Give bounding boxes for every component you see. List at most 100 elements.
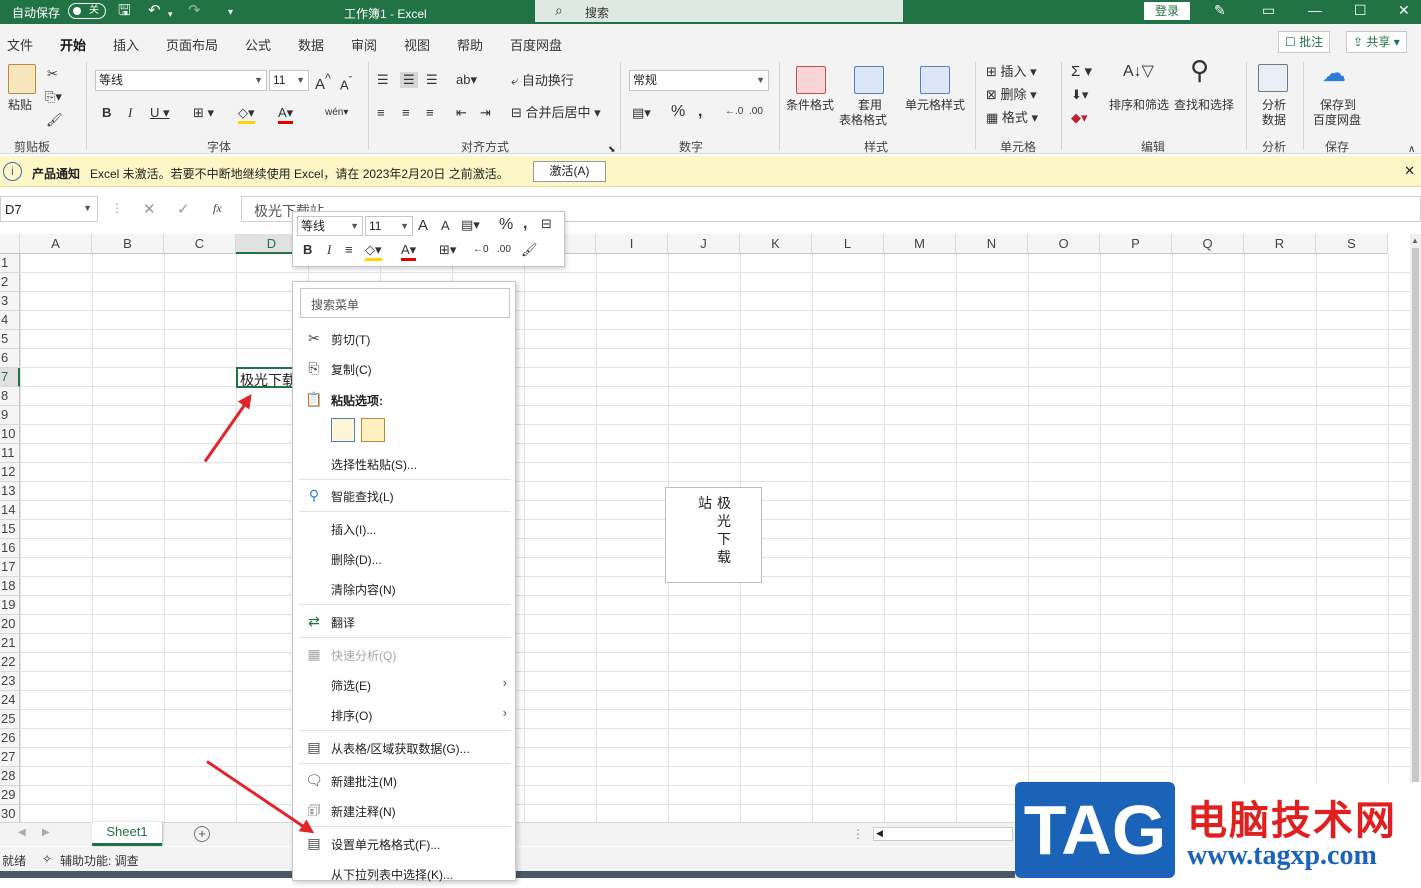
tab-file[interactable]: 文件 — [7, 35, 33, 54]
row-header[interactable]: 28 — [0, 767, 20, 786]
fill-icon[interactable]: ⬇▾ — [1071, 87, 1088, 103]
tab-formulas[interactable]: 公式 — [245, 35, 271, 54]
minimize-icon[interactable]: — — [1308, 2, 1322, 18]
conditional-format-label[interactable]: 条件格式 — [786, 98, 834, 112]
column-header[interactable]: N — [956, 234, 1028, 254]
find-select-icon[interactable]: ⚲ — [1190, 57, 1209, 83]
scroll-up-icon[interactable]: ▲ — [1411, 236, 1419, 245]
tab-review[interactable]: 审阅 — [351, 35, 377, 54]
decrease-indent-icon[interactable]: ⇤ — [456, 105, 467, 121]
percent-icon[interactable]: % — [499, 216, 513, 234]
sort-filter-label[interactable]: 排序和筛选 — [1109, 98, 1169, 112]
paste-keep-format-icon[interactable] — [331, 418, 355, 442]
shrink-font-icon[interactable]: A — [441, 218, 450, 233]
row-header[interactable]: 27 — [0, 748, 20, 767]
analyze-data-label-2[interactable]: 数据 — [1262, 113, 1286, 127]
autosum-icon[interactable]: Σ ▾ — [1071, 64, 1092, 80]
tab-insert[interactable]: 插入 — [113, 35, 139, 54]
row-header[interactable]: 24 — [0, 691, 20, 710]
menu-item-new-comment[interactable]: 🗨 新建批注(M) — [293, 765, 515, 795]
save-baidu-label-2[interactable]: 百度网盘 — [1313, 113, 1361, 127]
delete-cells-button[interactable]: ⊠ 删除 ▾ — [986, 87, 1037, 103]
menu-item-copy[interactable]: ⎘ 复制(C) — [293, 353, 515, 383]
horizontal-scrollbar[interactable]: ◀ — [873, 827, 1013, 841]
number-format-select[interactable]: 常规 ▼ — [629, 70, 769, 91]
active-cell-d7[interactable]: 极光下载 — [236, 367, 296, 388]
row-header[interactable]: 21 — [0, 634, 20, 653]
row-header[interactable]: 26 — [0, 729, 20, 748]
tab-home[interactable]: 开始 — [60, 35, 87, 62]
decrease-decimal-icon[interactable]: .00 — [497, 244, 511, 255]
cut-icon[interactable]: ✂ — [47, 66, 58, 82]
undo-icon[interactable]: ↶ — [148, 2, 161, 20]
borders-icon[interactable]: ⊞ ▾ — [193, 105, 214, 121]
comments-button[interactable]: ☐ 批注 — [1278, 31, 1331, 53]
save-icon[interactable]: 🖫 — [118, 2, 131, 20]
vertical-scrollbar[interactable]: ▲ — [1410, 234, 1421, 822]
menu-item-translate[interactable]: ⇄ 翻译 — [293, 606, 515, 636]
column-header[interactable]: L — [812, 234, 884, 254]
cell-styles-label[interactable]: 单元格样式 — [905, 98, 965, 112]
decrease-decimal-icon[interactable]: .00 — [749, 104, 763, 120]
redo-icon[interactable]: ↷ — [188, 2, 201, 20]
paste-icon[interactable] — [361, 418, 385, 442]
splitter-icon[interactable]: ⋮ — [852, 827, 864, 841]
row-header[interactable]: 6 — [0, 349, 20, 368]
row-header[interactable]: 4 — [0, 311, 20, 330]
fill-color-icon[interactable]: ◇▾ — [365, 242, 382, 261]
increase-decimal-icon[interactable]: ←.0 — [725, 104, 743, 120]
insert-cells-button[interactable]: ⊞ 插入 ▾ — [986, 64, 1037, 80]
row-header[interactable]: 30 — [0, 805, 20, 822]
add-sheet-icon[interactable]: + — [194, 826, 210, 842]
customize-qat-icon[interactable]: ▾ — [228, 4, 233, 22]
cell-styles-icon[interactable] — [920, 66, 950, 94]
increase-indent-icon[interactable]: ⇥ — [480, 105, 491, 121]
tab-page-layout[interactable]: 页面布局 — [166, 35, 218, 54]
close-icon[interactable]: ✕ — [1398, 2, 1410, 19]
menu-item-filter[interactable]: 筛选(E) › — [293, 669, 515, 699]
menu-item-delete[interactable]: 删除(D)... — [293, 543, 515, 573]
orientation-icon[interactable]: ab▾ — [456, 72, 477, 88]
underline-icon[interactable]: U ▾ — [150, 105, 170, 121]
tab-help[interactable]: 帮助 — [457, 35, 483, 54]
select-all-corner[interactable] — [0, 234, 20, 254]
align-top-icon[interactable]: ☰ — [377, 72, 389, 88]
row-header[interactable]: 22 — [0, 653, 20, 672]
row-header[interactable]: 8 — [0, 387, 20, 406]
align-bottom-icon[interactable]: ☰ — [426, 72, 438, 88]
analyze-data-icon[interactable] — [1258, 64, 1288, 92]
paste-label[interactable]: 粘贴 — [8, 98, 32, 112]
menu-item-insert[interactable]: 插入(I)... — [293, 513, 515, 543]
sheet-tab[interactable]: Sheet1 — [92, 822, 162, 846]
name-box[interactable]: D7 ▼ — [0, 196, 98, 222]
activate-button[interactable]: 激活(A) — [533, 161, 606, 182]
scroll-thumb[interactable] — [1412, 248, 1419, 788]
close-icon[interactable]: ✕ — [1404, 163, 1415, 179]
accounting-format-icon[interactable]: ▤▾ — [632, 105, 651, 121]
row-header[interactable]: 13 — [0, 482, 20, 501]
maximize-icon[interactable]: ☐ — [1354, 2, 1367, 19]
format-as-table-icon[interactable] — [854, 66, 884, 94]
row-header[interactable]: 16 — [0, 539, 20, 558]
fill-color-icon[interactable]: ◇▾ — [238, 105, 255, 124]
dialog-launcher-icon[interactable]: ⬊ — [608, 141, 616, 157]
tab-baidu[interactable]: 百度网盘 — [510, 35, 562, 54]
percent-icon[interactable]: % — [671, 104, 685, 120]
column-header[interactable]: S — [1316, 234, 1388, 254]
enter-icon[interactable]: ✓ — [177, 200, 190, 218]
column-header[interactable]: I — [596, 234, 668, 254]
row-header[interactable]: 7 — [0, 368, 20, 387]
row-header[interactable]: 2 — [0, 273, 20, 292]
tab-view[interactable]: 视图 — [404, 35, 430, 54]
clear-icon[interactable]: ◆▾ — [1071, 110, 1088, 126]
italic-icon[interactable]: I — [128, 105, 132, 121]
prev-sheet-icon[interactable]: ◀ — [18, 827, 26, 838]
sort-filter-icon[interactable]: A↓▽ — [1123, 64, 1154, 80]
column-header[interactable]: Q — [1172, 234, 1244, 254]
font-color-icon[interactable]: A▾ — [401, 242, 417, 261]
row-header[interactable]: 11 — [0, 444, 20, 463]
format-cells-button[interactable]: ▦ 格式 ▾ — [986, 110, 1038, 126]
grow-font-icon[interactable]: A — [418, 217, 428, 234]
row-header[interactable]: 25 — [0, 710, 20, 729]
row-header[interactable]: 23 — [0, 672, 20, 691]
